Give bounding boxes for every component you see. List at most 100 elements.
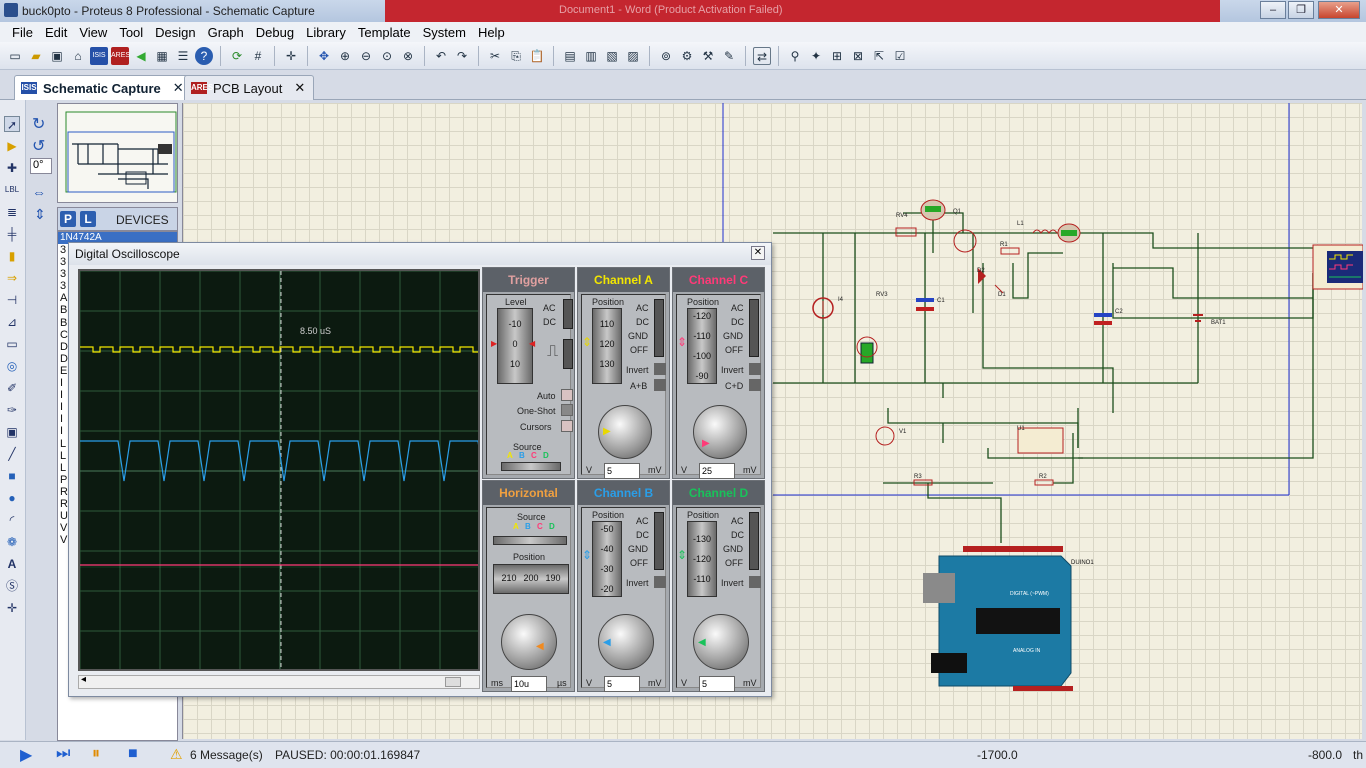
- scrollbar-thumb[interactable]: [445, 677, 461, 687]
- new-sheet-icon[interactable]: ⊞: [828, 47, 846, 65]
- electrical-rule-check-icon[interactable]: ☑: [891, 47, 909, 65]
- rotate-clockwise-icon[interactable]: ↻: [32, 114, 45, 134]
- channel-b-volts-knob[interactable]: ◀: [598, 614, 654, 670]
- redo-icon[interactable]: ↷: [453, 47, 471, 65]
- undo-icon[interactable]: ↶: [432, 47, 450, 65]
- digital-oscilloscope-window[interactable]: Digital Oscilloscope ✕ 8.50 uS ◂ Trigger…: [68, 242, 772, 697]
- channel-d-coupling-switch[interactable]: [749, 512, 759, 570]
- close-tab-icon[interactable]: ✕: [173, 80, 184, 96]
- refresh-icon[interactable]: ⟳: [228, 47, 246, 65]
- channel-d-value[interactable]: 5: [699, 676, 735, 692]
- generator-icon[interactable]: ◎: [4, 358, 20, 374]
- menu-item-debug[interactable]: Debug: [250, 25, 300, 40]
- menu-item-system[interactable]: System: [417, 25, 472, 40]
- virtual-instruments-icon[interactable]: ▣: [4, 424, 20, 440]
- pick-device-icon[interactable]: ⊚: [657, 47, 675, 65]
- timebase-value[interactable]: 10u: [511, 676, 547, 692]
- play-icon[interactable]: ▶: [20, 745, 32, 765]
- block-rotate-icon[interactable]: ▧: [603, 47, 621, 65]
- back-icon[interactable]: ◀: [132, 47, 150, 65]
- level-slider[interactable]: -10 0 10: [497, 308, 533, 384]
- marker-icon[interactable]: ✛: [4, 600, 20, 616]
- isis-icon[interactable]: ISIS: [90, 46, 108, 65]
- one-shot-button[interactable]: [561, 404, 573, 416]
- wire-autorouter-icon[interactable]: ⇄: [753, 46, 771, 65]
- auto-button[interactable]: [561, 389, 573, 401]
- edge-switch[interactable]: [563, 339, 573, 369]
- channel-a-value[interactable]: 5: [604, 463, 640, 479]
- trigger-coupling-switch[interactable]: [563, 299, 573, 329]
- channel-c-value[interactable]: 25: [699, 463, 735, 479]
- mirror-horizontal-icon[interactable]: ⇔: [32, 184, 46, 200]
- help-icon[interactable]: ?: [195, 46, 213, 65]
- channel-d-position-slider[interactable]: -130 -120 -110: [687, 521, 717, 597]
- terminals-icon[interactable]: ⇒: [4, 270, 20, 286]
- menu-item-view[interactable]: View: [73, 25, 113, 40]
- subcircuit-icon[interactable]: ▮: [4, 248, 20, 264]
- horizontal-position-slider[interactable]: 210 200 190: [493, 564, 569, 594]
- channel-c-combine-button[interactable]: [749, 379, 761, 391]
- ares-icon[interactable]: ARES: [111, 46, 130, 65]
- rotate-anticlockwise-icon[interactable]: ↺: [32, 136, 45, 156]
- scroll-left-icon[interactable]: ◂: [81, 674, 86, 685]
- block-copy-icon[interactable]: ▤: [561, 47, 579, 65]
- pick-devices-button[interactable]: P: [60, 211, 76, 227]
- wire-label-icon[interactable]: LBL: [4, 182, 20, 198]
- channel-a-volts-knob[interactable]: ▶: [598, 405, 652, 459]
- make-device-icon[interactable]: ⚙: [678, 47, 696, 65]
- zoom-all-icon[interactable]: ⊙: [378, 47, 396, 65]
- oscilloscope-screen[interactable]: 8.50 uS: [78, 269, 480, 671]
- paste-icon[interactable]: 📋: [528, 47, 546, 65]
- component-mode-icon[interactable]: ▶: [4, 138, 20, 154]
- library-manager-button[interactable]: L: [80, 211, 96, 227]
- text-script-icon[interactable]: ≣: [4, 204, 20, 220]
- menu-item-library[interactable]: Library: [300, 25, 352, 40]
- close-oscilloscope-icon[interactable]: ✕: [751, 246, 765, 260]
- voltage-probe-icon[interactable]: ✐: [4, 380, 20, 396]
- grid-icon[interactable]: #: [249, 47, 267, 65]
- new-file-icon[interactable]: ▭: [6, 47, 24, 65]
- arc-icon[interactable]: ◜: [4, 512, 20, 528]
- exit-to-parent-icon[interactable]: ⇱: [870, 47, 888, 65]
- tab-pcb-layout[interactable]: ARES PCB Layout ✕: [184, 75, 315, 100]
- open-folder-icon[interactable]: ▰: [27, 47, 45, 65]
- menu-item-design[interactable]: Design: [149, 25, 201, 40]
- channel-a-coupling-switch[interactable]: [654, 299, 664, 357]
- bom-icon[interactable]: ☰: [174, 47, 192, 65]
- symbol-icon[interactable]: Ⓢ: [4, 578, 20, 594]
- close-window-button[interactable]: ✕: [1318, 1, 1360, 19]
- maximize-button[interactable]: ❐: [1288, 1, 1314, 19]
- pan-icon[interactable]: ✥: [315, 47, 333, 65]
- text-icon[interactable]: A: [4, 556, 20, 572]
- block-move-icon[interactable]: ▥: [582, 47, 600, 65]
- buses-icon[interactable]: ╪: [4, 226, 20, 242]
- channel-c-volts-knob[interactable]: ▶: [693, 405, 747, 459]
- circle-icon[interactable]: ●: [4, 490, 20, 506]
- oscilloscope-scrollbar[interactable]: ◂: [78, 674, 480, 689]
- channel-a-invert-button[interactable]: [654, 363, 666, 375]
- graph-icon[interactable]: ⊿: [4, 314, 20, 330]
- tab-schematic-capture[interactable]: ISIS Schematic Capture ✕: [14, 75, 193, 100]
- packaging-tool-icon[interactable]: ⚒: [699, 47, 717, 65]
- channel-d-volts-knob[interactable]: ◀: [693, 614, 749, 670]
- remove-sheet-icon[interactable]: ⊠: [849, 47, 867, 65]
- channel-b-coupling-switch[interactable]: [654, 512, 664, 570]
- origin-icon[interactable]: ✛: [282, 47, 300, 65]
- block-delete-icon[interactable]: ▨: [624, 47, 642, 65]
- zoom-area-icon[interactable]: ⊗: [399, 47, 417, 65]
- box-icon[interactable]: ■: [4, 468, 20, 484]
- current-probe-icon[interactable]: ✑: [4, 402, 20, 418]
- menu-item-edit[interactable]: Edit: [39, 25, 73, 40]
- channel-c-coupling-switch[interactable]: [749, 299, 759, 357]
- gallery-icon[interactable]: ▦: [153, 47, 171, 65]
- channel-a-combine-button[interactable]: [654, 379, 666, 391]
- messages-count[interactable]: 6 Message(s): [190, 748, 263, 762]
- path-icon[interactable]: ❁: [4, 534, 20, 550]
- copy-icon[interactable]: ⎘: [507, 47, 525, 65]
- cut-icon[interactable]: ✂: [486, 47, 504, 65]
- menu-item-graph[interactable]: Graph: [202, 25, 250, 40]
- zoom-in-icon[interactable]: ⊕: [336, 47, 354, 65]
- timebase-knob[interactable]: ◀: [501, 614, 557, 670]
- horizontal-source-slider[interactable]: [493, 536, 567, 545]
- junction-dot-icon[interactable]: ✚: [4, 160, 20, 176]
